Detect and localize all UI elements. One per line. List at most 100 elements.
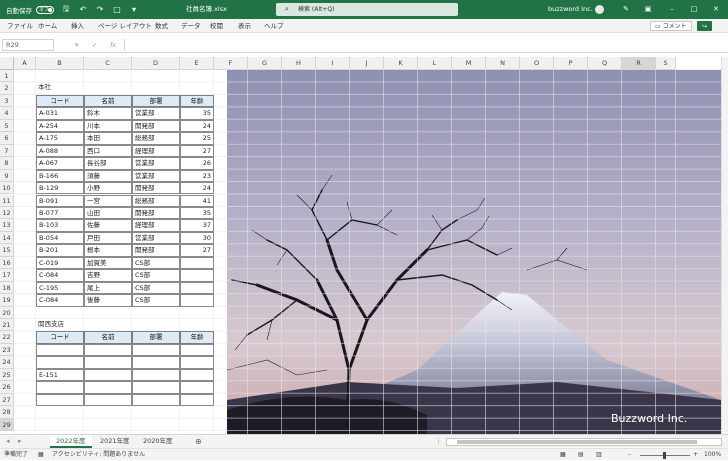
table2-cell[interactable]	[84, 393, 132, 407]
table1-cell[interactable]: 開発部	[132, 244, 180, 257]
table2-header-cell[interactable]: コード	[36, 331, 84, 344]
table2-cell[interactable]	[132, 356, 180, 369]
table1-cell[interactable]: A-088	[36, 144, 84, 158]
spreadsheet-grid[interactable]: ABCDEFGHIJKLMNOPQRS 1 2 3 4 5 6 7 8 9 10 11 12 13 14 1…	[0, 57, 728, 434]
table1-cell[interactable]: B-201	[36, 244, 84, 257]
table1-cell[interactable]: 24	[180, 119, 214, 133]
table1-cell[interactable]	[180, 294, 214, 307]
table2-cell[interactable]	[36, 343, 84, 357]
table2-cell[interactable]	[180, 356, 214, 369]
tab-formulas[interactable]: 数式	[155, 19, 168, 33]
user-name[interactable]: buzzword Inc.	[548, 0, 593, 19]
enter-icon[interactable]: ✓	[92, 39, 97, 51]
sheet-tab-2020[interactable]: 2020年度	[137, 435, 179, 448]
search-box[interactable]: ⌕ 検索 (Alt+Q)	[276, 3, 458, 16]
fx-icon[interactable]: fx	[110, 39, 116, 51]
zoom-out-icon[interactable]: –	[628, 449, 631, 461]
table2-cell[interactable]	[132, 393, 180, 407]
share-button[interactable]: ↪	[697, 21, 713, 31]
zoom-level[interactable]: 100%	[704, 449, 721, 461]
table1-cell[interactable]: B-054	[36, 231, 84, 245]
maximize-icon[interactable]: □	[686, 0, 702, 19]
table2-cell[interactable]	[36, 393, 84, 407]
table2-cell[interactable]	[132, 343, 180, 357]
formula-input[interactable]	[124, 39, 724, 51]
table2-cell[interactable]	[132, 381, 180, 394]
table1-cell[interactable]: 24	[180, 182, 214, 195]
table1-cell[interactable]: 35	[180, 206, 214, 220]
table1-cell[interactable]: 総務部	[132, 132, 180, 145]
table1-cell[interactable]: 根本	[84, 244, 132, 257]
table1-cell[interactable]: B-103	[36, 219, 84, 232]
save-icon[interactable]: 🖫	[61, 3, 71, 17]
table1-cell[interactable]: 営業部	[132, 231, 180, 245]
table1-cell[interactable]: 30	[180, 231, 214, 245]
autosave-toggle[interactable]: オフ	[36, 5, 54, 14]
table1-cell[interactable]: 営業部	[132, 169, 180, 183]
name-box[interactable]: R29	[2, 39, 54, 51]
add-sheet-icon[interactable]: ⊕	[195, 435, 202, 448]
page-layout-view-icon[interactable]: ▤	[578, 449, 584, 461]
table1-cell[interactable]: 山田	[84, 206, 132, 220]
table1-cell[interactable]: CS部	[132, 281, 180, 295]
table1-cell[interactable]: C-195	[36, 281, 84, 295]
table1-cell[interactable]: 23	[180, 169, 214, 183]
normal-view-icon[interactable]: ▦	[560, 449, 566, 461]
scroll-thumb[interactable]	[457, 440, 697, 444]
table2-cell[interactable]: E-151	[36, 368, 84, 382]
vertical-scrollbar[interactable]	[721, 57, 728, 434]
table1-cell[interactable]: CS部	[132, 256, 180, 270]
table1-cell[interactable]: 開発部	[132, 206, 180, 220]
pen-icon[interactable]: ✎	[618, 0, 634, 19]
table1-cell[interactable]: 営業部	[132, 157, 180, 170]
table1-cell[interactable]: 後藤	[84, 294, 132, 307]
tab-insert[interactable]: 挿入	[71, 19, 84, 33]
table1-cell[interactable]: B-091	[36, 194, 84, 207]
avatar[interactable]	[595, 5, 604, 14]
table1-cell[interactable]: 27	[180, 244, 214, 257]
tab-page-layout[interactable]: ページ レイアウト	[98, 19, 152, 33]
sheet-tab-2021[interactable]: 2021年度	[94, 435, 136, 448]
customize-icon[interactable]: ▾	[129, 5, 139, 14]
tab-help[interactable]: ヘルプ	[264, 19, 284, 33]
table1-cell[interactable]: 総務部	[132, 194, 180, 207]
table1-cell[interactable]: 26	[180, 157, 214, 170]
table1-cell[interactable]: 一宮	[84, 194, 132, 207]
table1-title[interactable]: 本社	[36, 82, 132, 94]
table1-cell[interactable]: 41	[180, 194, 214, 207]
table1-cell[interactable]: B-077	[36, 206, 84, 220]
table1-cell[interactable]: 川本	[84, 119, 132, 133]
table1-cell[interactable]: B-129	[36, 182, 84, 195]
table2-cell[interactable]	[36, 381, 84, 394]
table1-cell[interactable]: 長谷部	[84, 157, 132, 170]
table2-header-cell[interactable]: 年齢	[180, 331, 214, 344]
accessibility-status[interactable]: アクセシビリティ: 問題ありません	[52, 449, 145, 461]
comment-button[interactable]: ▭ コメント	[650, 21, 692, 31]
table1-cell[interactable]: 37	[180, 219, 214, 232]
table1-cell[interactable]: 吉野	[84, 269, 132, 282]
table1-header-cell[interactable]: 年齢	[180, 94, 214, 108]
tab-data[interactable]: データ	[181, 19, 201, 33]
table1-cell[interactable]: 尾上	[84, 281, 132, 295]
table1-cell[interactable]: C-084	[36, 294, 84, 307]
table1-cell[interactable]: 経理部	[132, 219, 180, 232]
table2-cell[interactable]	[84, 356, 132, 369]
table1-header-cell[interactable]: コード	[36, 94, 84, 108]
table1-header-cell[interactable]: 部署	[132, 94, 180, 108]
next-sheet-icon[interactable]: ▸	[18, 435, 22, 448]
document-title[interactable]: 社員名簿.xlsx	[186, 0, 227, 19]
table1-cell[interactable]: 27	[180, 144, 214, 158]
sheet-tab-2022[interactable]: 2022年度	[50, 435, 92, 448]
ribbon-display-icon[interactable]: ▣	[640, 0, 656, 19]
table1-cell[interactable]: 加賀美	[84, 256, 132, 270]
tab-view[interactable]: 表示	[238, 19, 251, 33]
table1-cell[interactable]	[180, 269, 214, 282]
table1-cell[interactable]: A-067	[36, 157, 84, 170]
table2-cell[interactable]	[84, 343, 132, 357]
macro-record-icon[interactable]: ▦	[38, 449, 44, 461]
page-break-view-icon[interactable]: ▥	[596, 449, 602, 461]
minimize-icon[interactable]: –	[664, 0, 680, 19]
table2-cell[interactable]	[180, 343, 214, 357]
table2-cell[interactable]	[84, 381, 132, 394]
table1-cell[interactable]	[180, 281, 214, 295]
